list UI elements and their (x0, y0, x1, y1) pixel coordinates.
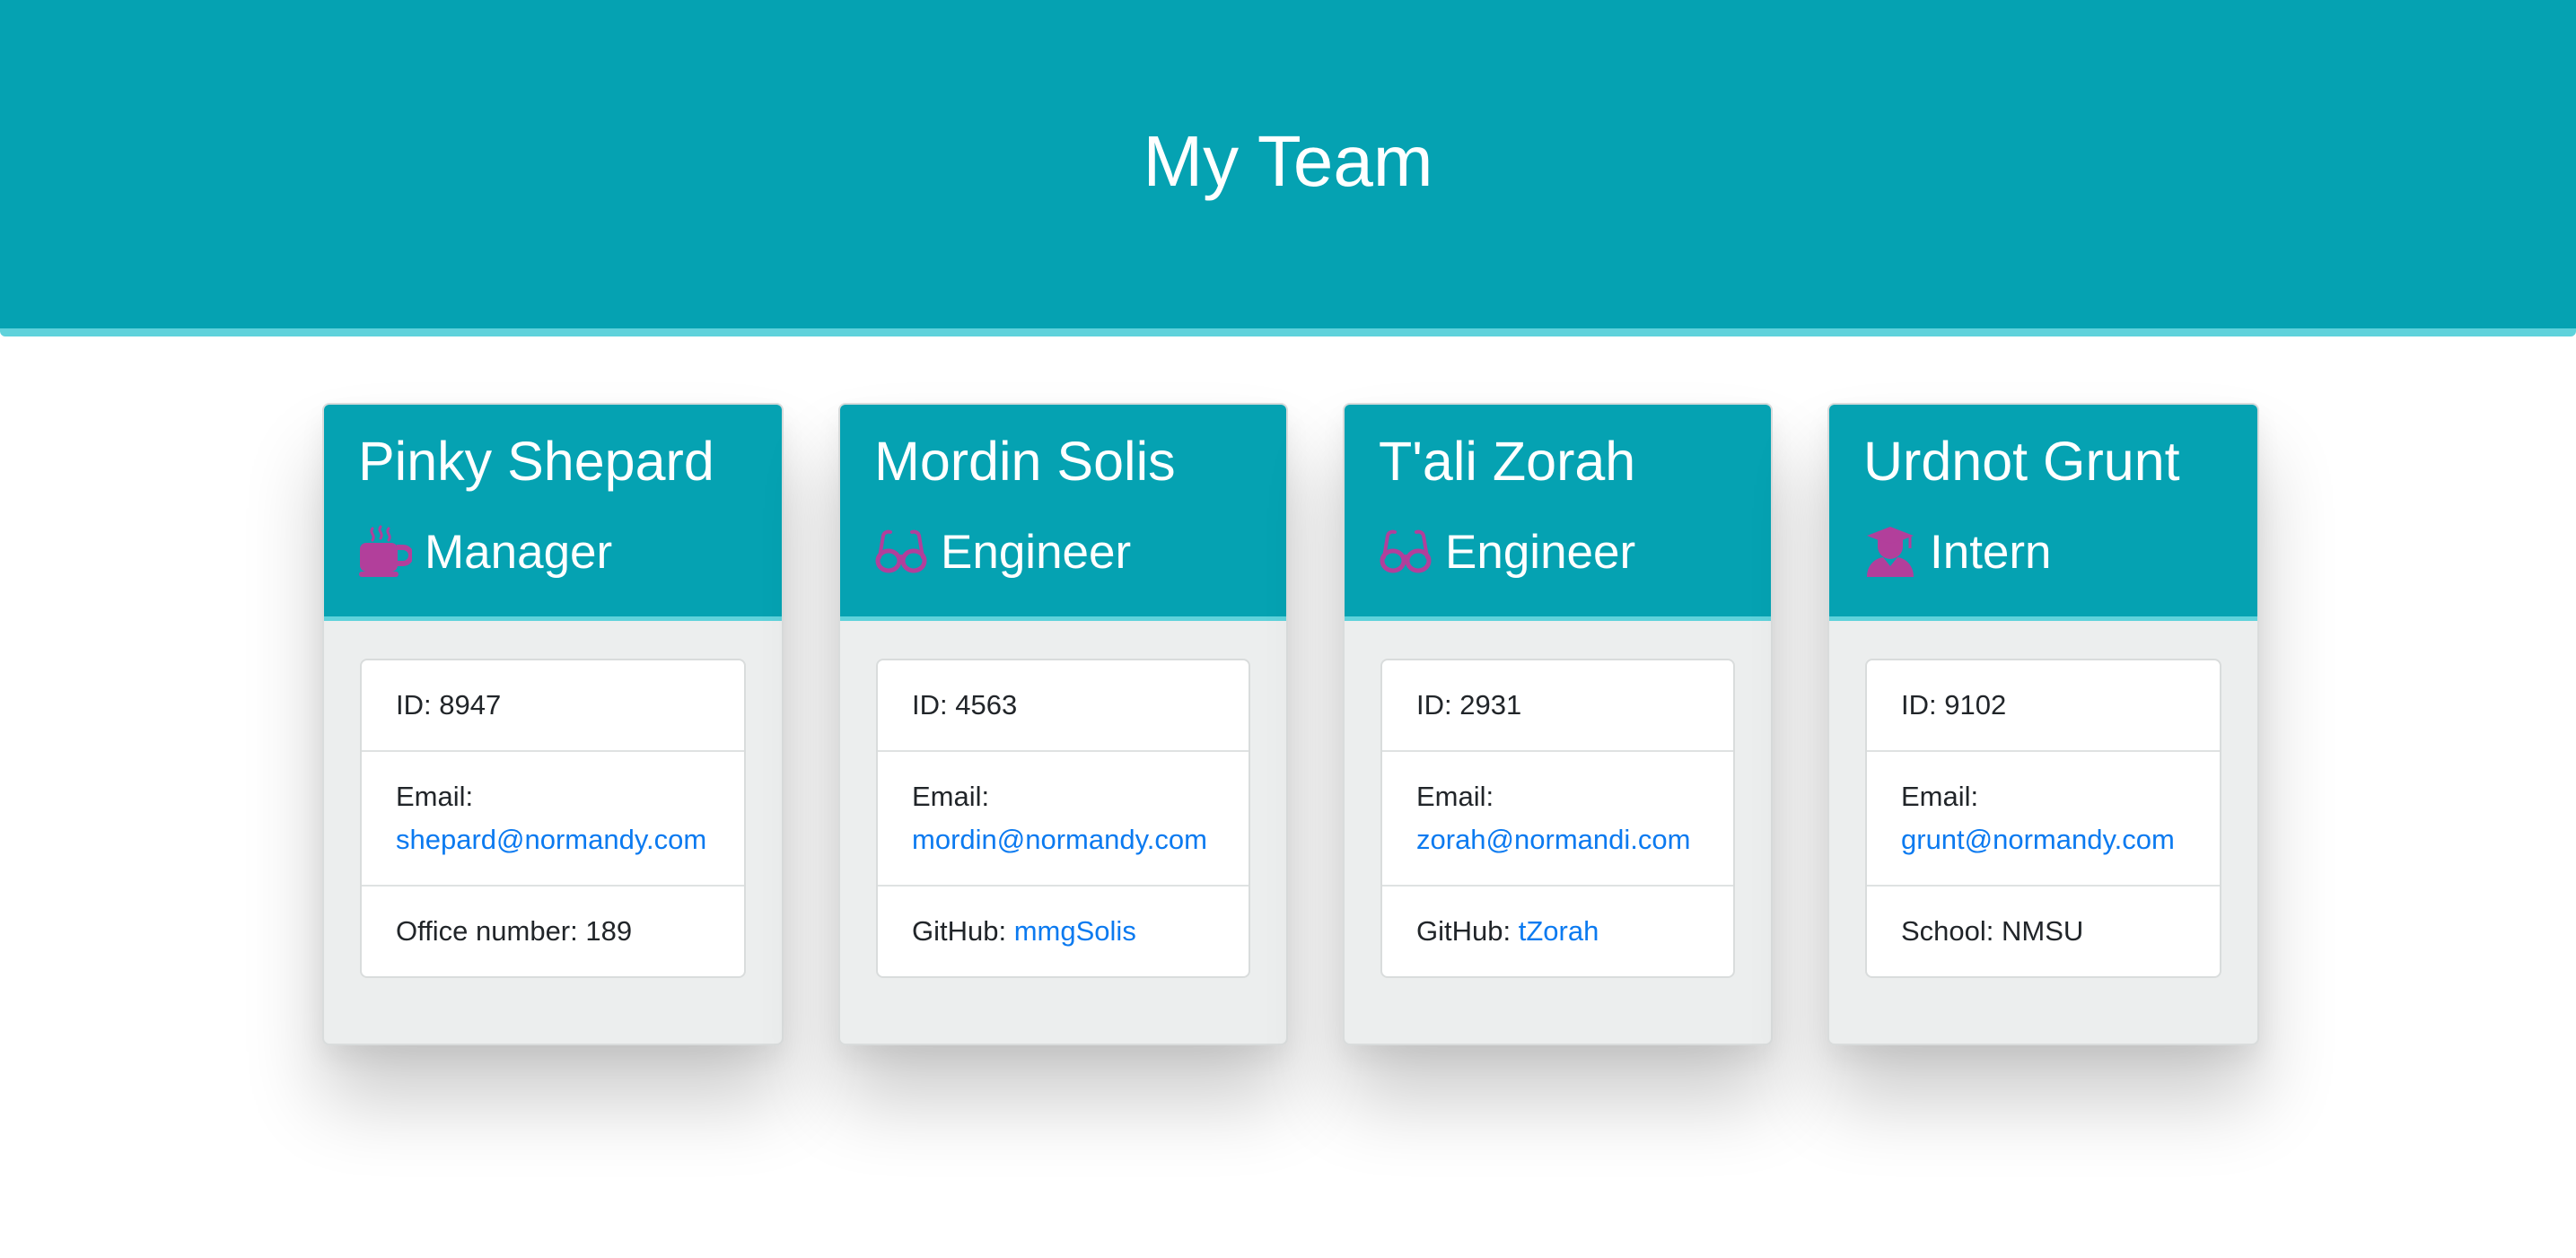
employee-id: ID: 9102 (1901, 689, 2007, 721)
card-header: Urdnot Grunt Intern (1829, 405, 2257, 621)
employee-name: Urdnot Grunt (1863, 431, 2180, 492)
role-label: Manager (425, 525, 613, 579)
page-header: My Team (0, 0, 2576, 336)
email-link[interactable]: shepard@normandy.com (396, 824, 706, 855)
github: GitHub: mmgSolis (878, 885, 1249, 976)
employee-email: Email: zorah@normandi.com (1382, 750, 1733, 885)
employee-name: Pinky Shepard (358, 431, 714, 492)
employee-role: Intern (1863, 516, 2052, 588)
employee-role: Engineer (874, 516, 1131, 588)
page-title: My Team (1143, 121, 1433, 201)
email-link[interactable]: grunt@normandy.com (1901, 824, 2175, 855)
email-label: Email: (1416, 781, 1494, 812)
employee-card-engineer: T'ali Zorah Engineer ID: 2931 Email: zor… (1343, 403, 1773, 1045)
github-label: GitHub: (912, 915, 1007, 947)
glasses-icon (1379, 525, 1433, 579)
graduate-icon (1863, 525, 1917, 579)
email-label: Email: (396, 781, 474, 812)
role-label: Intern (1930, 525, 2052, 579)
github-link[interactable]: mmgSolis (1014, 915, 1136, 947)
employee-id: ID: 8947 (396, 689, 502, 721)
employee-email: Email: shepard@normandy.com (362, 750, 744, 885)
card-header: Mordin Solis Engineer (840, 405, 1286, 621)
role-label: Engineer (941, 525, 1132, 579)
office-number: Office number: 189 (362, 885, 744, 976)
employee-card-manager: Pinky Shepard Manager ID: 8947 Email: sh… (322, 403, 784, 1045)
employee-details: ID: 8947 Email: shepard@normandy.com Off… (360, 659, 746, 978)
github-label: GitHub: (1416, 915, 1511, 947)
employee-name: T'ali Zorah (1379, 431, 1636, 492)
employee-card-intern: Urdnot Grunt Intern ID: 9102 Email: grun… (1827, 403, 2259, 1045)
card-header: Pinky Shepard Manager (324, 405, 782, 621)
employee-id: ID: 2931 (1416, 689, 1522, 721)
card-header: T'ali Zorah Engineer (1345, 405, 1771, 621)
github: GitHub: tZorah (1382, 885, 1733, 976)
email-label: Email: (912, 781, 990, 812)
employee-details: ID: 4563 Email: mordin@normandy.com GitH… (876, 659, 1250, 978)
employee-card-engineer: Mordin Solis Engineer ID: 4563 Email: mo… (838, 403, 1288, 1045)
email-link[interactable]: mordin@normandy.com (912, 824, 1207, 855)
employee-id: ID: 4563 (912, 689, 1018, 721)
role-label: Engineer (1445, 525, 1636, 579)
employee-details: ID: 9102 Email: grunt@normandy.com Schoo… (1865, 659, 2221, 978)
employee-name: Mordin Solis (874, 431, 1176, 492)
email-link[interactable]: zorah@normandi.com (1416, 824, 1690, 855)
school: School: NMSU (1867, 885, 2220, 976)
employee-details: ID: 2931 Email: zorah@normandi.com GitHu… (1380, 659, 1735, 978)
github-link[interactable]: tZorah (1519, 915, 1599, 947)
employee-email: Email: grunt@normandy.com (1867, 750, 2220, 885)
employee-email: Email: mordin@normandy.com (878, 750, 1249, 885)
employee-role: Engineer (1379, 516, 1635, 588)
email-label: Email: (1901, 781, 1979, 812)
employee-role: Manager (358, 516, 612, 588)
coffee-mug-icon (358, 525, 412, 579)
glasses-icon (874, 525, 928, 579)
